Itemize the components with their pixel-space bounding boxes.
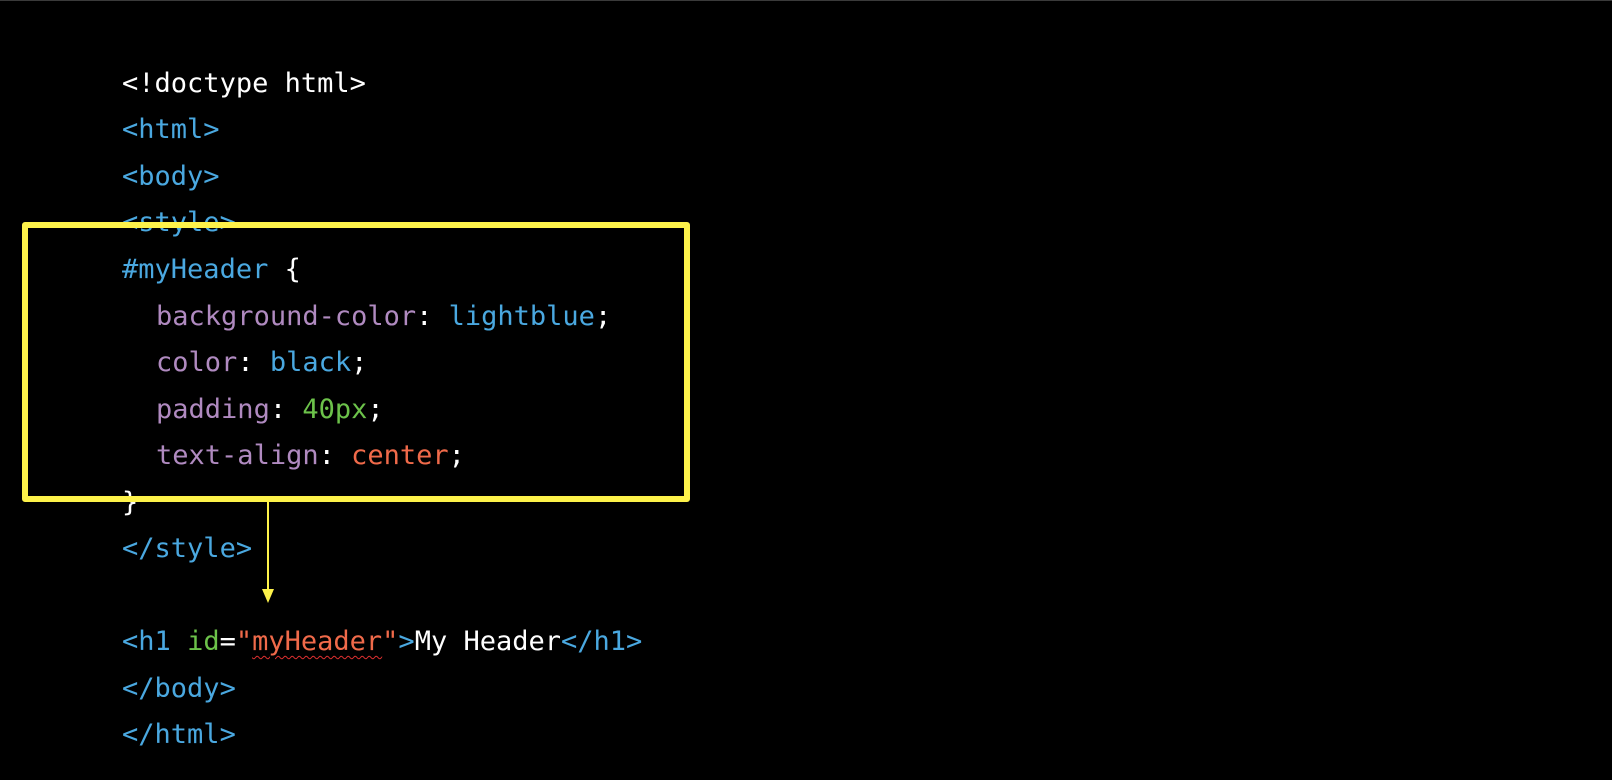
code-line-html-close: </html> (57, 690, 236, 750)
html-close-tag: </html> (122, 719, 236, 750)
h1-quote-close: " (382, 626, 399, 657)
code-line-doctype: <!doctype html> (57, 39, 366, 99)
code-line-style-open: <style> (57, 178, 236, 238)
h1-text: My Header (414, 626, 561, 657)
code-line-style-close: </style> (57, 504, 252, 564)
code-line-h1: <h1 id="myHeader">My Header</h1> (57, 597, 642, 657)
h1-attribute-value: myHeader (252, 626, 383, 657)
code-line-body-close: </body> (57, 644, 236, 704)
style-close-tag: </style> (122, 533, 253, 564)
code-line-body-open: <body> (57, 132, 220, 192)
h1-open-tag-end: > (398, 626, 415, 657)
h1-close-tag: </h1> (561, 626, 643, 657)
connector-arrow-line (267, 502, 269, 589)
h1-quote-open: " (235, 626, 253, 657)
code-line-html-open: <html> (57, 85, 220, 145)
arrow-down-icon (262, 589, 274, 603)
css-rule-highlight-box (22, 222, 690, 502)
